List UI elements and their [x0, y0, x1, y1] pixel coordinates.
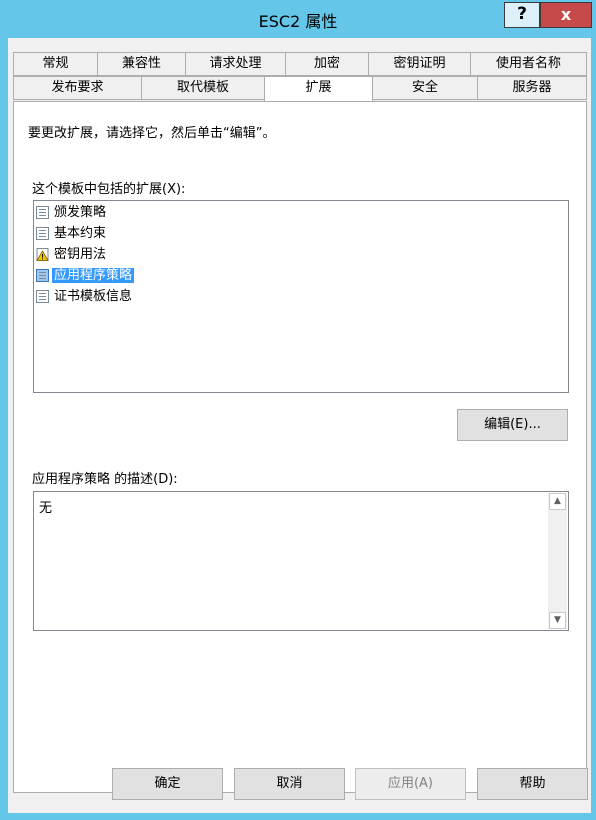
list-item-selected[interactable]: 应用程序策略 — [36, 266, 135, 285]
list-item[interactable]: 密钥用法 — [36, 245, 108, 264]
warning-page-icon — [36, 248, 49, 261]
tab-subject-name[interactable]: 使用者名称 — [470, 52, 587, 76]
tab-cryptography[interactable]: 加密 — [285, 52, 369, 76]
page-icon — [36, 227, 49, 240]
tab-compatibility[interactable]: 兼容性 — [97, 52, 186, 76]
list-item-label: 基本约束 — [54, 226, 107, 241]
description-text: 无 — [39, 501, 53, 516]
edit-button[interactable]: 编辑(E)... — [457, 409, 568, 441]
instruction-text: 要更改扩展，请选择它，然后单击“编辑”。 — [28, 126, 276, 141]
scroll-up-icon[interactable]: ▲ — [549, 493, 566, 510]
description-label: 应用程序策略 的描述(D): — [32, 472, 178, 487]
description-scrollbar[interactable]: ▲ ▼ — [548, 493, 567, 629]
tab-extensions[interactable]: 扩展 — [264, 76, 373, 101]
description-textbox[interactable]: 无 ▲ ▼ — [33, 491, 569, 631]
title-bar[interactable]: ESC2 属性 ? x — [0, 0, 596, 38]
list-item-label: 密钥用法 — [54, 247, 107, 262]
scroll-down-icon[interactable]: ▼ — [549, 612, 566, 629]
dialog-client: 常规 兼容性 请求处理 加密 密钥证明 使用者名称 发布要求 取代模板 扩展 安… — [8, 38, 591, 813]
tab-request-handling[interactable]: 请求处理 — [185, 52, 286, 76]
tab-superseded-templates[interactable]: 取代模板 — [141, 76, 265, 100]
help-button[interactable]: ? — [504, 2, 540, 28]
page-icon — [36, 269, 49, 282]
tab-key-attestation[interactable]: 密钥证明 — [368, 52, 471, 76]
page-icon — [36, 290, 49, 303]
apply-button[interactable]: 应用(A) — [355, 768, 466, 800]
help-footer-button[interactable]: 帮助 — [477, 768, 588, 800]
close-button[interactable]: x — [540, 2, 592, 28]
tab-server[interactable]: 服务器 — [477, 76, 587, 100]
list-item[interactable]: 基本约束 — [36, 224, 108, 243]
tab-issuance-requirements[interactable]: 发布要求 — [13, 76, 142, 100]
list-item[interactable]: 证书模板信息 — [36, 287, 134, 306]
ok-button[interactable]: 确定 — [112, 768, 223, 800]
tab-general[interactable]: 常规 — [13, 52, 98, 76]
extensions-listbox[interactable]: 颁发策略 基本约束 密钥用法 应用程序策略 证书模板信息 — [33, 200, 569, 393]
list-item[interactable]: 颁发策略 — [36, 203, 108, 222]
list-item-label: 应用程序策略 — [52, 268, 135, 283]
extensions-list-label: 这个模板中包括的扩展(X): — [32, 182, 186, 197]
cancel-button[interactable]: 取消 — [234, 768, 345, 800]
tab-security[interactable]: 安全 — [372, 76, 478, 100]
page-icon — [36, 206, 49, 219]
list-item-label: 证书模板信息 — [54, 289, 133, 304]
list-item-label: 颁发策略 — [54, 205, 107, 220]
